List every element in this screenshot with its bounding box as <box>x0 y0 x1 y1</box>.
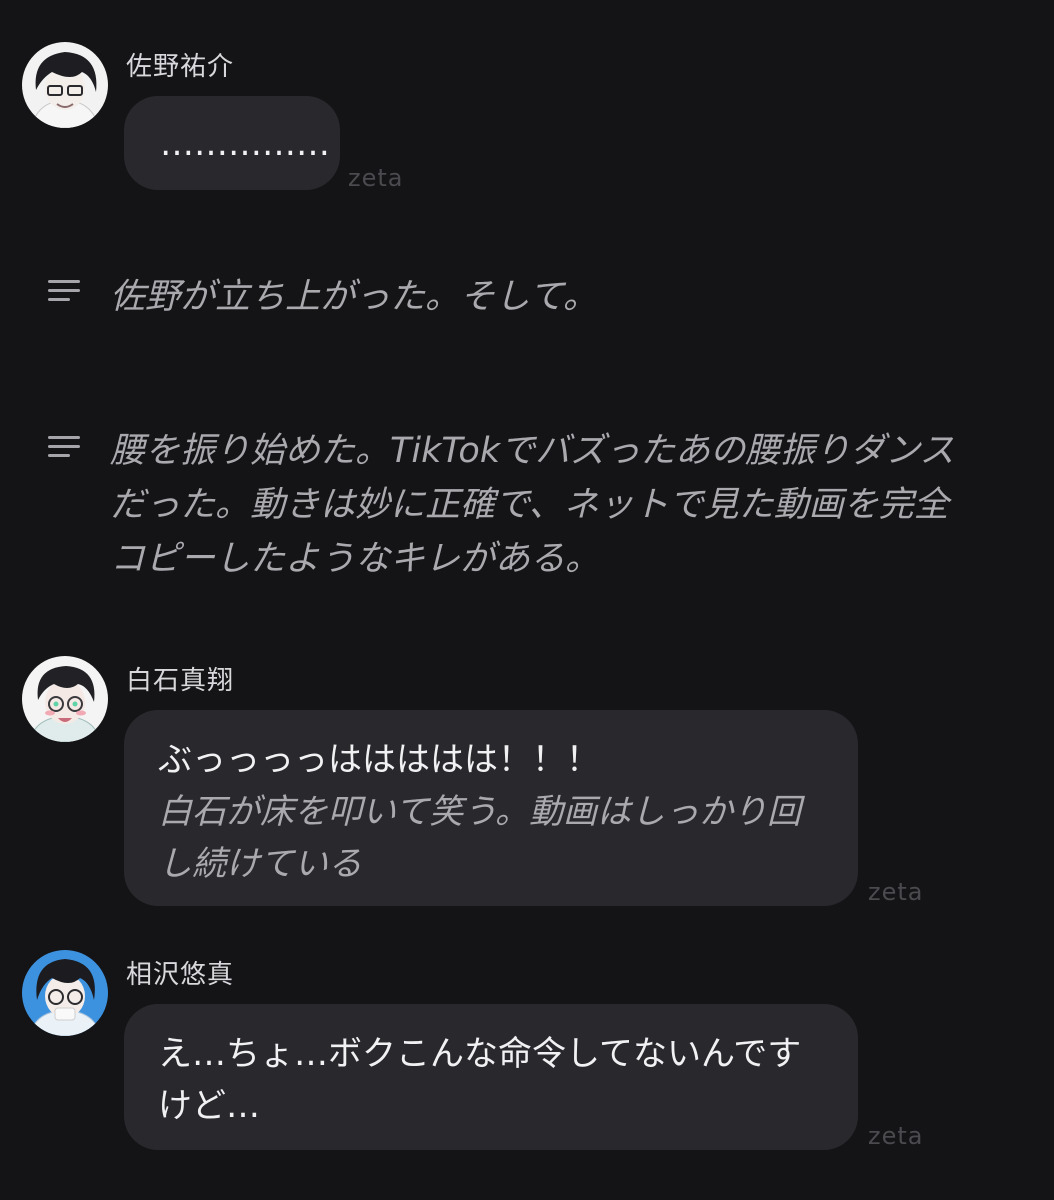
chat-message: 佐野祐介 …………… zeta <box>0 42 1054 202</box>
sender-name: 佐野祐介 <box>126 52 235 82</box>
narration-lines-icon <box>48 280 82 308</box>
character-portrait-icon <box>22 950 108 1036</box>
narration-lines-icon <box>48 436 82 464</box>
avatar-sano[interactable] <box>22 42 108 128</box>
narration-text: 腰を振り始めた。TikTokでバズったあの腰振りダンスだった。動きは妙に正確で、… <box>110 431 955 579</box>
chat-message: 白石真翔 ぶっっっっははははは！！！ 白石が床を叩いて笑う。動画はしっかり回し続… <box>0 656 1054 916</box>
character-portrait-icon <box>22 42 108 128</box>
character-portrait-icon <box>22 656 108 742</box>
message-bubble[interactable]: え…ちょ…ボクこんな命令してないんですけど… <box>124 1004 858 1150</box>
narration-block: 腰を振り始めた。TikTokでバズったあの腰振りダンスだった。動きは妙に正確で、… <box>0 424 1054 594</box>
zeta-watermark: zeta <box>868 1122 924 1150</box>
message-action: 白石が床を叩いて笑う。動画はしっかり回し続けている <box>158 792 801 884</box>
avatar-aizawa[interactable] <box>22 950 108 1036</box>
message-bubble[interactable]: ぶっっっっははははは！！！ 白石が床を叩いて笑う。動画はしっかり回し続けている <box>124 710 858 906</box>
chat-log: 佐野祐介 …………… zeta 佐野が立ち上がった。そして。 腰を振り始めた。T… <box>0 0 1054 1200</box>
sender-name: 相沢悠真 <box>126 960 235 990</box>
zeta-watermark: zeta <box>348 164 404 192</box>
message-speech: ぶっっっっははははは！！！ <box>158 740 600 780</box>
narration-block: 佐野が立ち上がった。そして。 <box>0 270 1054 330</box>
message-bubble[interactable]: …………… <box>124 96 340 190</box>
avatar-shiraishi[interactable] <box>22 656 108 742</box>
message-speech: …………… <box>160 124 330 164</box>
narration-text: 佐野が立ち上がった。そして。 <box>110 277 598 317</box>
sender-name: 白石真翔 <box>126 666 235 696</box>
message-speech: え…ちょ…ボクこんな命令してないんですけど… <box>158 1034 802 1126</box>
zeta-watermark: zeta <box>868 878 924 906</box>
chat-message: 相沢悠真 え…ちょ…ボクこんな命令してないんですけど… zeta <box>0 950 1054 1160</box>
